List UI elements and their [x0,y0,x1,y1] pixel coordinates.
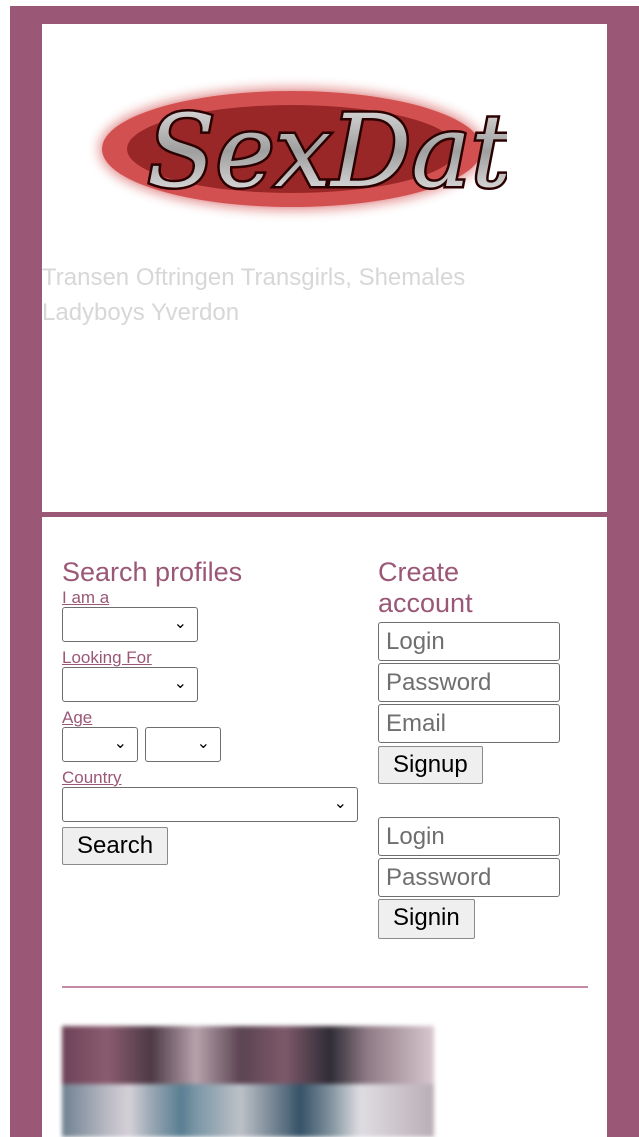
country-select[interactable]: ⌄ [62,787,358,822]
country-label: Country [62,768,122,787]
page-title: Transen Oftringen Transgirls, Shemales L… [42,260,572,330]
chevron-down-icon: ⌄ [113,735,127,752]
search-profiles-form: Search profiles I am a ⌄ Looking For ⌄ A… [62,557,362,865]
signup-email-input[interactable]: Email [378,704,560,743]
signin-password-input[interactable]: Password [378,858,560,897]
signin-button[interactable]: Signin [378,899,475,939]
chevron-down-icon: ⌄ [333,795,347,812]
age-label: Age [62,708,93,727]
age-to-select[interactable]: ⌄ [145,727,221,762]
main-card: Search profiles I am a ⌄ Looking For ⌄ A… [42,517,607,1137]
looking-for-label: Looking For [62,648,152,667]
logo-text: SexDate [147,93,507,210]
age-range: ⌄ ⌄ [62,727,362,762]
chevron-down-icon: ⌄ [173,675,187,692]
profile-thumbnail-image[interactable] [62,1026,434,1137]
signup-login-input[interactable]: Login [378,622,560,661]
search-profiles-heading: Search profiles [62,557,243,587]
create-account-heading: Create account [378,557,473,618]
header-card: SexDate Transen Oftringen Transgirls, Sh… [42,24,607,512]
signup-button[interactable]: Signup [378,746,483,784]
signin-login-input[interactable]: Login [378,817,560,856]
section-divider [62,986,588,988]
page-title-line2: Ladyboys Yverdon [42,299,240,326]
age-from-select[interactable]: ⌄ [62,727,138,762]
chevron-down-icon: ⌄ [173,615,187,632]
signup-password-input[interactable]: Password [378,663,560,702]
chevron-down-icon: ⌄ [196,735,210,752]
i-am-label: I am a [62,588,110,607]
site-logo[interactable]: SexDate [87,54,573,234]
create-account-form: Create account Login Password Email Sign… [378,557,568,939]
search-button[interactable]: Search [62,827,169,865]
thumbnail-blur-band [62,1084,434,1137]
page-title-line1: Transen Oftringen Transgirls, Shemales [42,264,466,291]
sexdate-logo-graphic: SexDate [102,91,573,213]
i-am-select[interactable]: ⌄ [62,607,198,642]
signin-form: Login Password Signin [378,817,568,939]
looking-for-select[interactable]: ⌄ [62,667,198,702]
